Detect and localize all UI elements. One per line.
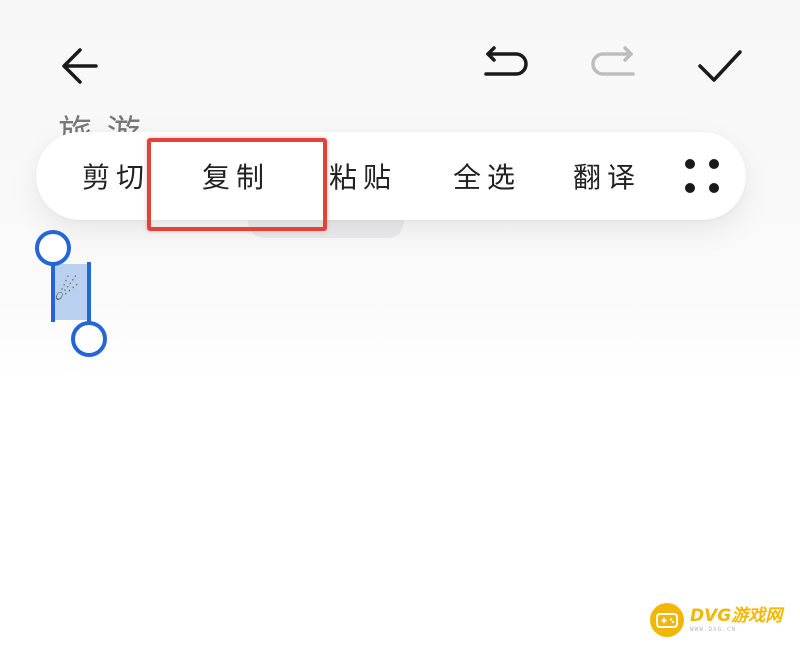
selection-end-handle[interactable] xyxy=(71,321,107,357)
copy-menu-item[interactable]: 复制 xyxy=(196,132,276,220)
translate-menu-item[interactable]: 翻译 xyxy=(572,132,642,220)
more-dot xyxy=(685,159,695,169)
text-context-menu: 剪切 复制 粘贴 全选 翻译 xyxy=(36,132,746,220)
paste-menu-item[interactable]: 粘贴 xyxy=(328,132,398,220)
selection-start-handle[interactable] xyxy=(35,230,71,266)
select-all-menu-item[interactable]: 全选 xyxy=(452,132,522,220)
undo-button[interactable] xyxy=(476,36,536,96)
arrow-left-icon xyxy=(62,48,98,84)
back-button[interactable] xyxy=(50,36,110,96)
undo-icon xyxy=(484,46,528,76)
redo-icon xyxy=(591,46,635,76)
note-editor-screen: 旅 游 剪切 复制 粘贴 全选 翻译 ☄ DVG游戏网 WWW.DVG.CN xyxy=(0,0,800,647)
more-dot xyxy=(709,183,719,193)
selected-emoji: ☄ xyxy=(54,274,80,307)
watermark-logo: DVG游戏网 WWW.DVG.CN xyxy=(650,603,782,637)
gamepad-icon xyxy=(650,603,684,637)
four-dots-more-icon[interactable] xyxy=(676,132,728,220)
more-dot xyxy=(685,183,695,193)
watermark-text-block: DVG游戏网 WWW.DVG.CN xyxy=(690,605,783,633)
cut-menu-item[interactable]: 剪切 xyxy=(80,132,152,220)
watermark-url: WWW.DVG.CN xyxy=(690,625,737,633)
checkmark-icon xyxy=(698,50,742,82)
redo-button[interactable] xyxy=(583,36,643,96)
done-button[interactable] xyxy=(690,36,750,96)
more-dot xyxy=(709,159,719,169)
watermark-brand: DVG游戏网 xyxy=(690,605,783,626)
